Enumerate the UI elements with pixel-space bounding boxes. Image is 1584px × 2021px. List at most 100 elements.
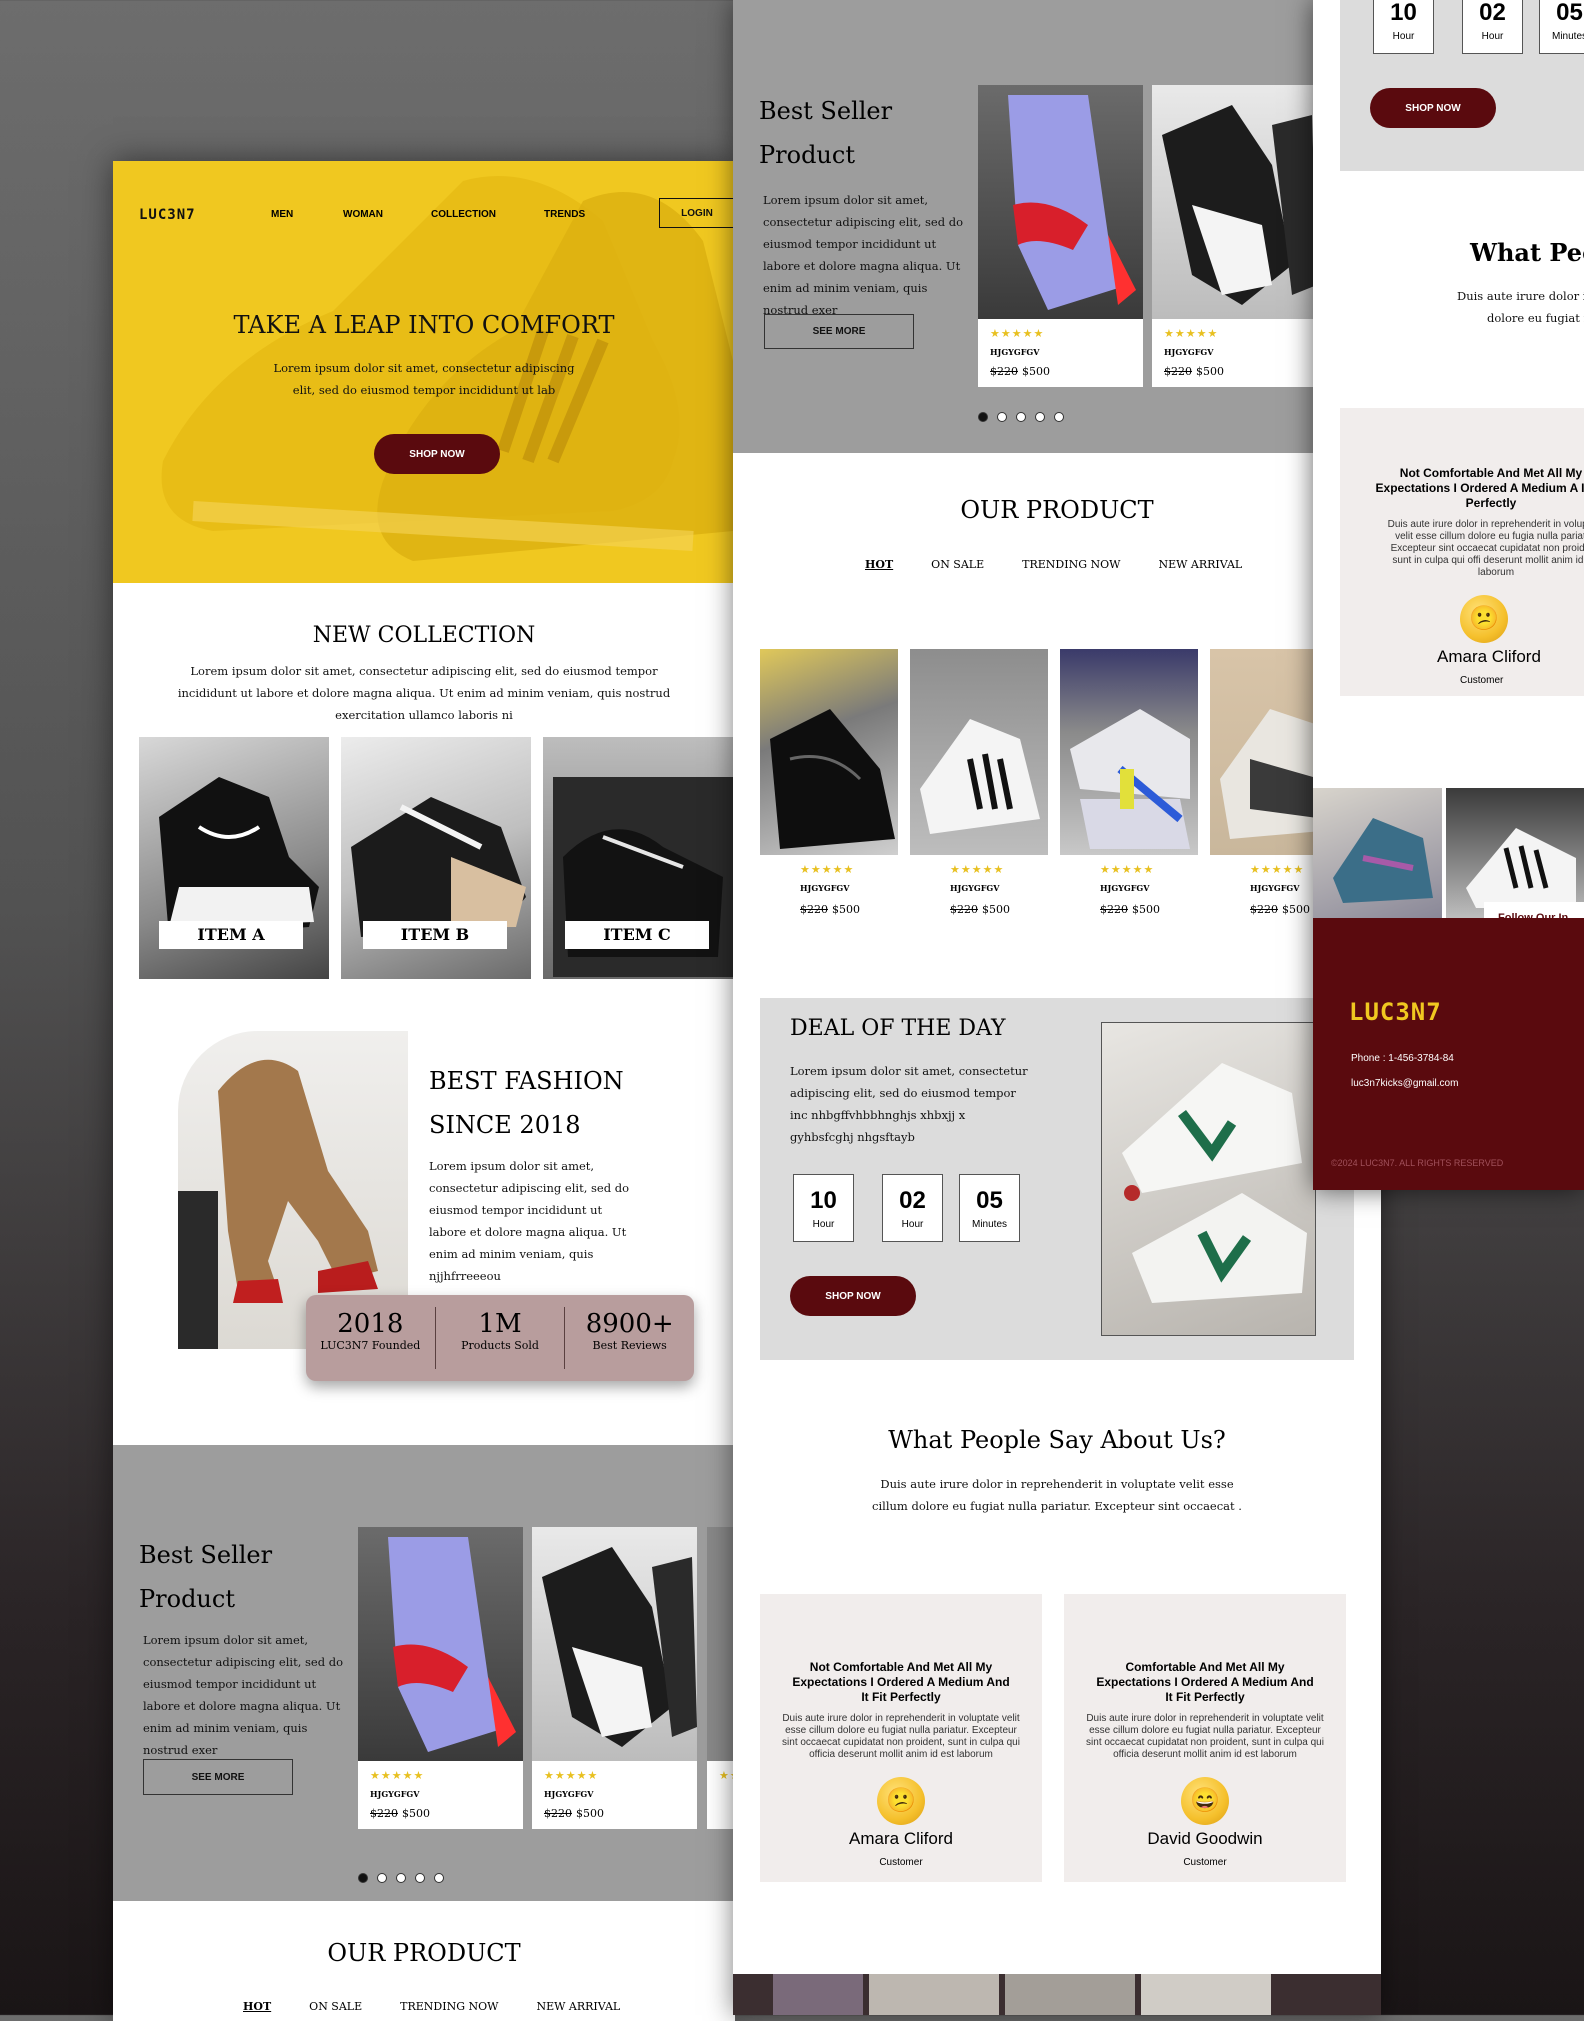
nav-woman[interactable]: WOMAN	[343, 209, 383, 220]
deal-section-partial: 10 Hour 02 Hour 05 Minutes SHOP NOW	[1340, 0, 1584, 171]
timer-value: 05	[1556, 0, 1583, 26]
dot[interactable]	[1035, 412, 1045, 422]
dot[interactable]	[415, 1873, 425, 1883]
card-info: ★★★★★ HJGYGFGV $220 $500	[978, 319, 1143, 387]
reviewer-role: Customer	[879, 1857, 923, 1868]
tab-new-arrival[interactable]: NEW ARRIVAL	[536, 2000, 620, 2013]
bestseller-card-1[interactable]: ★★★★★ HJGYGFGV $220 $500	[978, 85, 1143, 387]
login-button[interactable]: LOGIN	[659, 198, 735, 228]
insta-photo[interactable]	[1446, 788, 1584, 918]
collection-item-b[interactable]: ITEM B	[341, 737, 531, 979]
bestseller-text: Lorem ipsum dolor sit amet, consectetur …	[143, 1633, 344, 1757]
shoe-photo	[1152, 85, 1317, 319]
product-card-2[interactable]: ★★★★★ HJGYGFGV $220 $500	[910, 649, 1048, 921]
rating-stars: ★★★★★	[1250, 863, 1305, 876]
dot[interactable]	[1054, 412, 1064, 422]
stat-reviews: 8900+ Best Reviews	[565, 1307, 694, 1369]
insta-photo[interactable]	[773, 1974, 863, 2015]
reviews-text-partial-1: Duis aute irure dolor in	[1457, 289, 1584, 303]
bestseller-card-3[interactable]: ★★★★★	[707, 1527, 735, 1829]
reviews-text: Duis aute irure dolor in reprehenderit i…	[872, 1477, 1242, 1513]
collection-item-c[interactable]: ITEM C	[543, 737, 735, 979]
reviewer-name: Amara Cliford	[849, 1829, 953, 1848]
stats-box: 2018 LUC3N7 Founded 1M Products Sold 8900+…	[306, 1295, 694, 1381]
page-right: 10 Hour 02 Hour 05 Minutes SHOP NOW What Pe…	[1313, 0, 1584, 1190]
deal-shop-now-button[interactable]: SHOP NOW	[1370, 88, 1496, 128]
review-heading: Comfortable And Met All My Expectations …	[1096, 1660, 1314, 1704]
product-code: HJGYGFGV	[1164, 347, 1214, 357]
tab-on-sale[interactable]: ON SALE	[931, 558, 984, 571]
insta-photo[interactable]	[1313, 788, 1442, 918]
price: $220 $500	[1164, 365, 1224, 378]
bestseller-title-1: Best Seller	[139, 1541, 273, 1569]
shoe-photo	[358, 1527, 523, 1761]
hero-title: TAKE A LEAP INTO COMFORT	[233, 311, 615, 339]
stat-founded: 2018 LUC3N7 Founded	[306, 1307, 436, 1369]
dot[interactable]	[978, 412, 988, 422]
new-collection-text: Lorem ipsum dolor sit amet, consectetur …	[177, 664, 671, 722]
timer-hours-2: 02 Hour	[882, 1174, 943, 1242]
tab-trending-now[interactable]: TRENDING NOW	[1022, 558, 1120, 571]
old-price: $220	[1250, 903, 1278, 916]
dot[interactable]	[997, 412, 1007, 422]
fashion-text: Lorem ipsum dolor sit amet, consectetur …	[429, 1159, 630, 1283]
tab-on-sale[interactable]: ON SALE	[309, 2000, 362, 2013]
bestseller-card-2[interactable]: ★★★★★ HJGYGFGV $220 $500	[532, 1527, 697, 1829]
hero-shop-now-button[interactable]: SHOP NOW	[374, 434, 500, 474]
price: $220 $500	[950, 903, 1010, 916]
see-more-button[interactable]: SEE MORE	[143, 1759, 293, 1795]
smiling-face-icon: 😄	[1181, 1777, 1229, 1825]
product-code: HJGYGFGV	[370, 1789, 420, 1799]
insta-photo[interactable]	[1141, 1974, 1271, 2015]
hero-section: LUC3N7 MEN WOMAN COLLECTION TRENDS LOGIN…	[113, 161, 735, 583]
bestseller-title-2: Product	[139, 1585, 235, 1613]
timer-value: 02	[899, 1187, 926, 1214]
footer-logo[interactable]: LUC3N7	[1349, 998, 1442, 1026]
tab-trending-now[interactable]: TRENDING NOW	[400, 2000, 498, 2013]
timer-minutes: 05 Minutes	[1539, 0, 1584, 54]
bestseller-card-2[interactable]: ★★★★★ HJGYGFGV $220 $500	[1152, 85, 1317, 387]
reviewer-role: Customer	[1460, 675, 1504, 686]
timer-minutes: 05 Minutes	[959, 1174, 1020, 1242]
dot[interactable]	[434, 1873, 444, 1883]
shoe-photo	[1060, 649, 1198, 855]
timer-value: 10	[810, 1187, 837, 1214]
review-card-partial: Not Comfortable And Met All My Expectati…	[1340, 408, 1584, 696]
stat-value: 2018	[337, 1309, 404, 1339]
dot[interactable]	[377, 1873, 387, 1883]
nav-men[interactable]: MEN	[271, 209, 293, 220]
new-price: $500	[1196, 365, 1224, 378]
brand-logo[interactable]: LUC3N7	[139, 207, 196, 223]
fashion-title-2: SINCE 2018	[429, 1111, 581, 1139]
see-more-button[interactable]: SEE MORE	[764, 314, 914, 349]
dot[interactable]	[396, 1873, 406, 1883]
product-tabs-bottom: HOT ON SALE TRENDING NOW NEW ARRIVAL	[243, 1995, 658, 2014]
nav-trends[interactable]: TRENDS	[544, 209, 585, 220]
product-code: HJGYGFGV	[1250, 883, 1300, 893]
price: $220 $500	[544, 1807, 604, 1820]
dot[interactable]	[358, 1873, 368, 1883]
product-card-3[interactable]: ★★★★★ HJGYGFGV $220 $500	[1060, 649, 1198, 921]
insta-photo[interactable]	[869, 1974, 999, 2015]
old-price: $220	[1100, 903, 1128, 916]
tab-new-arrival[interactable]: NEW ARRIVAL	[1158, 558, 1242, 571]
old-price: $220	[544, 1807, 572, 1820]
reviews-title-partial: What Peo	[1470, 238, 1584, 267]
insta-photo[interactable]	[1005, 1974, 1135, 2015]
page-middle: Best Seller Product Lorem ipsum dolor si…	[733, 0, 1381, 2015]
timer-hours: 10 Hour	[1373, 0, 1434, 54]
deal-shop-now-button[interactable]: SHOP NOW	[790, 1276, 916, 1316]
dot[interactable]	[1016, 412, 1026, 422]
product-card-1[interactable]: ★★★★★ HJGYGFGV $220 $500	[760, 649, 898, 921]
fashion-title-1: BEST FASHION	[429, 1067, 624, 1095]
stat-sold: 1M Products Sold	[436, 1307, 566, 1369]
bestseller-section: Best Seller Product Lorem ipsum dolor si…	[113, 1445, 735, 1901]
our-product-title: OUR PRODUCT	[960, 496, 1154, 524]
tab-hot[interactable]: HOT	[865, 558, 893, 571]
bestseller-card-1[interactable]: ★★★★★ HJGYGFGV $220 $500	[358, 1527, 523, 1829]
nav-collection[interactable]: COLLECTION	[431, 209, 496, 220]
collection-item-a[interactable]: ITEM A	[139, 737, 329, 979]
confused-face-icon: 😕	[1460, 595, 1508, 643]
tab-hot[interactable]: HOT	[243, 2000, 271, 2013]
footer-email[interactable]: luc3n7kicks@gmail.com	[1351, 1078, 1458, 1089]
